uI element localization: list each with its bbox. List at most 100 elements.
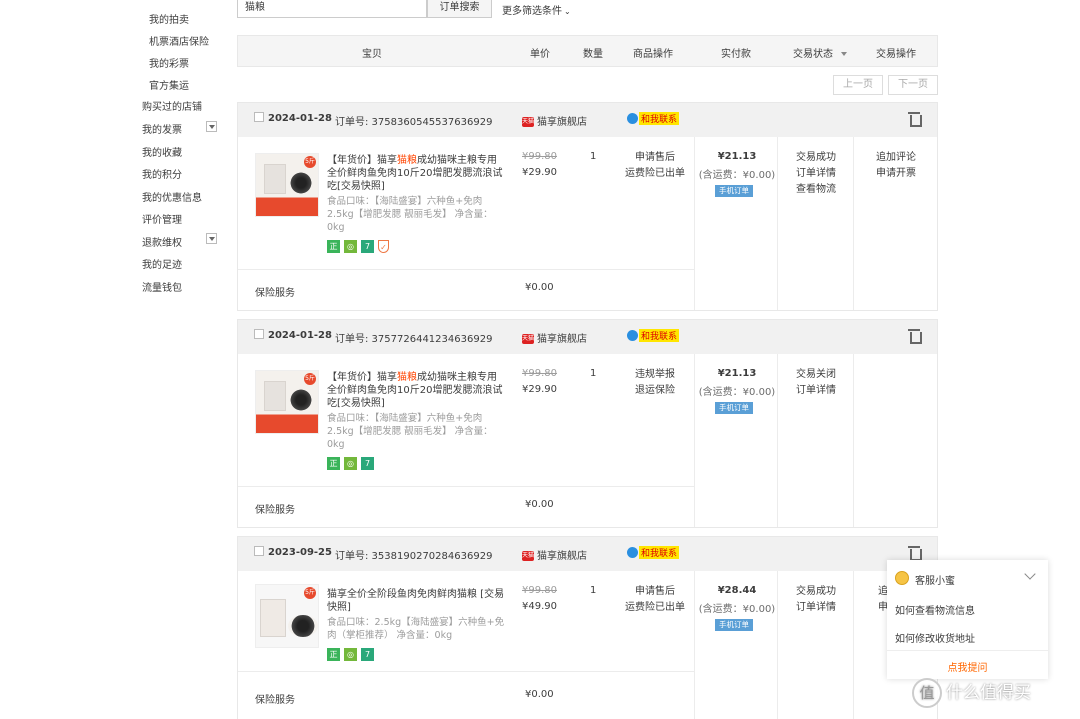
product-spec: 食品口味：【海陆盛宴】六种鱼+免肉2.5kg【增肥发腮 靓丽毛发】 净含量：0k… (327, 196, 493, 233)
product-title-link[interactable]: 【年货价】猫享猫粮成幼猫咪主粮专用全价鲜肉鱼免肉10斤20增肥发腮流浪试吃[交易… (327, 154, 505, 193)
seven-day-return-icon[interactable]: 7 (361, 457, 374, 470)
order-checkbox[interactable] (254, 112, 264, 122)
shop-name: 猫享旗舰店 (537, 551, 587, 562)
sidebar-item-points[interactable]: 我的积分 (142, 166, 182, 181)
return-insurance-link[interactable]: 退运保险 (620, 383, 690, 399)
contact-seller-button[interactable]: 和我联系 (627, 546, 680, 559)
sidebar-item-favorites[interactable]: 我的收藏 (142, 144, 182, 159)
shop-name: 猫享旗舰店 (537, 334, 587, 345)
ask-question-button[interactable]: 点我提问 (887, 659, 1048, 674)
col-product-ops: 商品操作 (633, 49, 673, 60)
seven-day-return-icon[interactable]: 7 (361, 648, 374, 661)
sidebar-item-data-wallet[interactable]: 流量钱包 (142, 279, 182, 294)
sidebar-item-refunds[interactable]: 退款维权 (142, 234, 182, 249)
shop-link[interactable]: 天猫 猫享旗舰店 (522, 547, 587, 562)
faq-address-link[interactable]: 如何修改收货地址 (895, 630, 975, 645)
shipping-insurance-link[interactable]: 运费险已出单 (620, 166, 690, 182)
col-product: 宝贝 (362, 49, 382, 60)
order-number: 订单号: 3538190270284636929 (335, 551, 493, 562)
invoices-expand-icon[interactable] (206, 121, 217, 132)
order-search-button[interactable]: 订单搜索 (427, 0, 492, 18)
more-filters-toggle[interactable]: 更多筛选条件 ⌄ (502, 2, 571, 17)
sidebar-item-coupons[interactable]: 我的优惠信息 (142, 189, 202, 204)
sidebar-item-invoices[interactable]: 我的发票 (142, 121, 182, 136)
order-details-link[interactable]: 订单详情 (778, 383, 854, 399)
order-date: 2023-09-25 (268, 547, 332, 558)
contact-seller-button[interactable]: 和我联系 (627, 329, 680, 342)
order-header: 2024-01-28 订单号: 3757726441234636929 天猫 猫享… (238, 320, 937, 354)
trash-icon[interactable] (908, 329, 922, 344)
order-header: 2023-09-25 订单号: 3538190270284636929 天猫 猫享… (238, 537, 937, 571)
status-text: 交易关闭 (796, 369, 836, 380)
order-search-input[interactable]: 猫粮 (237, 0, 427, 18)
shipping-insurance-link[interactable]: 运费险已出单 (620, 600, 690, 616)
col-status-filter[interactable]: 交易状态 (793, 45, 847, 60)
quantity: 1 (590, 585, 597, 596)
chat-bubble-icon (627, 547, 638, 558)
coin-badge-icon[interactable]: ◎ (344, 648, 357, 661)
more-filters-label: 更多筛选条件 (502, 6, 562, 17)
original-price: ¥99.80 (522, 151, 557, 162)
order-details-link[interactable]: 订单详情 (778, 600, 854, 616)
trash-icon[interactable] (908, 112, 922, 127)
apply-after-sales-link[interactable]: 申请售后 (620, 150, 690, 166)
refunds-expand-icon[interactable] (206, 233, 217, 244)
shop-link[interactable]: 天猫 猫享旗舰店 (522, 113, 587, 128)
product-image[interactable]: 5斤 (255, 153, 319, 217)
chat-bubble-icon (627, 113, 638, 124)
contact-seller-button[interactable]: 和我联系 (627, 112, 680, 125)
coin-badge-icon[interactable]: ◎ (344, 457, 357, 470)
prev-page-button[interactable]: 上一页 (833, 75, 883, 95)
chat-bubble-icon (627, 330, 638, 341)
trash-icon[interactable] (908, 546, 922, 561)
title-pre: 【年货价】猫享 (327, 372, 397, 383)
tmall-icon: 天猫 (522, 117, 535, 127)
shipping-fee: (含运费：¥0.00) (698, 170, 776, 181)
order-total: ¥28.44 (717, 585, 757, 596)
sidebar-item-travel-insurance[interactable]: 机票酒店保险 (149, 33, 209, 48)
sidebar-item-purchased-shops[interactable]: 购买过的店铺 (142, 98, 202, 113)
order-total: ¥21.13 (717, 151, 757, 162)
sidebar-item-auction[interactable]: 我的拍卖 (149, 11, 189, 26)
sidebar-item-footprints[interactable]: 我的足迹 (142, 256, 182, 271)
original-price: ¥99.80 (522, 368, 557, 379)
product-image[interactable]: 5斤 (255, 370, 319, 434)
product-image[interactable]: 5斤 (255, 584, 319, 648)
assistant-avatar-icon (895, 571, 909, 585)
orders-table-header: 宝贝 单价 数量 商品操作 实付款 交易状态 交易操作 (237, 35, 938, 67)
apply-after-sales-link[interactable]: 申请售后 (620, 584, 690, 600)
tmall-icon: 天猫 (522, 551, 535, 561)
tmall-icon: 天猫 (522, 334, 535, 344)
order-checkbox[interactable] (254, 329, 264, 339)
next-page-button[interactable]: 下一页 (888, 75, 938, 95)
shop-link[interactable]: 天猫 猫享旗舰店 (522, 330, 587, 345)
genuine-badge-icon[interactable]: 正 (327, 457, 340, 470)
order-details-link[interactable]: 订单详情 (778, 166, 854, 182)
add-review-button[interactable]: 追加评论 (854, 150, 938, 166)
sidebar-item-reviews[interactable]: 评价管理 (142, 211, 182, 226)
view-logistics-link[interactable]: 查看物流 (778, 182, 854, 198)
product-title-link[interactable]: 猫享全价全阶段鱼肉免肉鲜肉猫粮 [交易快照] (327, 588, 505, 614)
order-checkbox[interactable] (254, 546, 264, 556)
request-invoice-button[interactable]: 申请开票 (854, 166, 938, 182)
sidebar-item-lottery[interactable]: 我的彩票 (149, 55, 189, 70)
faq-logistics-link[interactable]: 如何查看物流信息 (895, 602, 975, 617)
order-operations: 追加评论 申请开票 (854, 150, 938, 182)
product-title-link[interactable]: 【年货价】猫享猫粮成幼猫咪主粮专用全价鲜肉鱼免肉10斤20增肥发腮流浪试吃[交易… (327, 371, 505, 410)
shipping-fee: (含运费：¥0.00) (698, 604, 776, 615)
seven-day-return-icon[interactable]: 7 (361, 240, 374, 253)
report-violation-link[interactable]: 违规举报 (620, 367, 690, 383)
genuine-badge-icon[interactable]: 正 (327, 648, 340, 661)
shield-icon[interactable]: ✓ (378, 240, 389, 253)
product-actions: 申请售后 运费险已出单 (620, 150, 690, 182)
col-status: 交易状态 (793, 49, 833, 60)
col-unit-price: 单价 (530, 49, 550, 60)
service-badges: 正 ◎ 7 (327, 457, 378, 470)
shop-name: 猫享旗舰店 (537, 117, 587, 128)
collapse-chevron-icon[interactable] (1024, 568, 1036, 580)
sidebar-item-consolidated-shipping[interactable]: 官方集运 (149, 77, 189, 92)
genuine-badge-icon[interactable]: 正 (327, 240, 340, 253)
coin-badge-icon[interactable]: ◎ (344, 240, 357, 253)
site-watermark: 值什么值得买 (912, 678, 1031, 708)
service-badges: 正 ◎ 7 (327, 648, 378, 661)
